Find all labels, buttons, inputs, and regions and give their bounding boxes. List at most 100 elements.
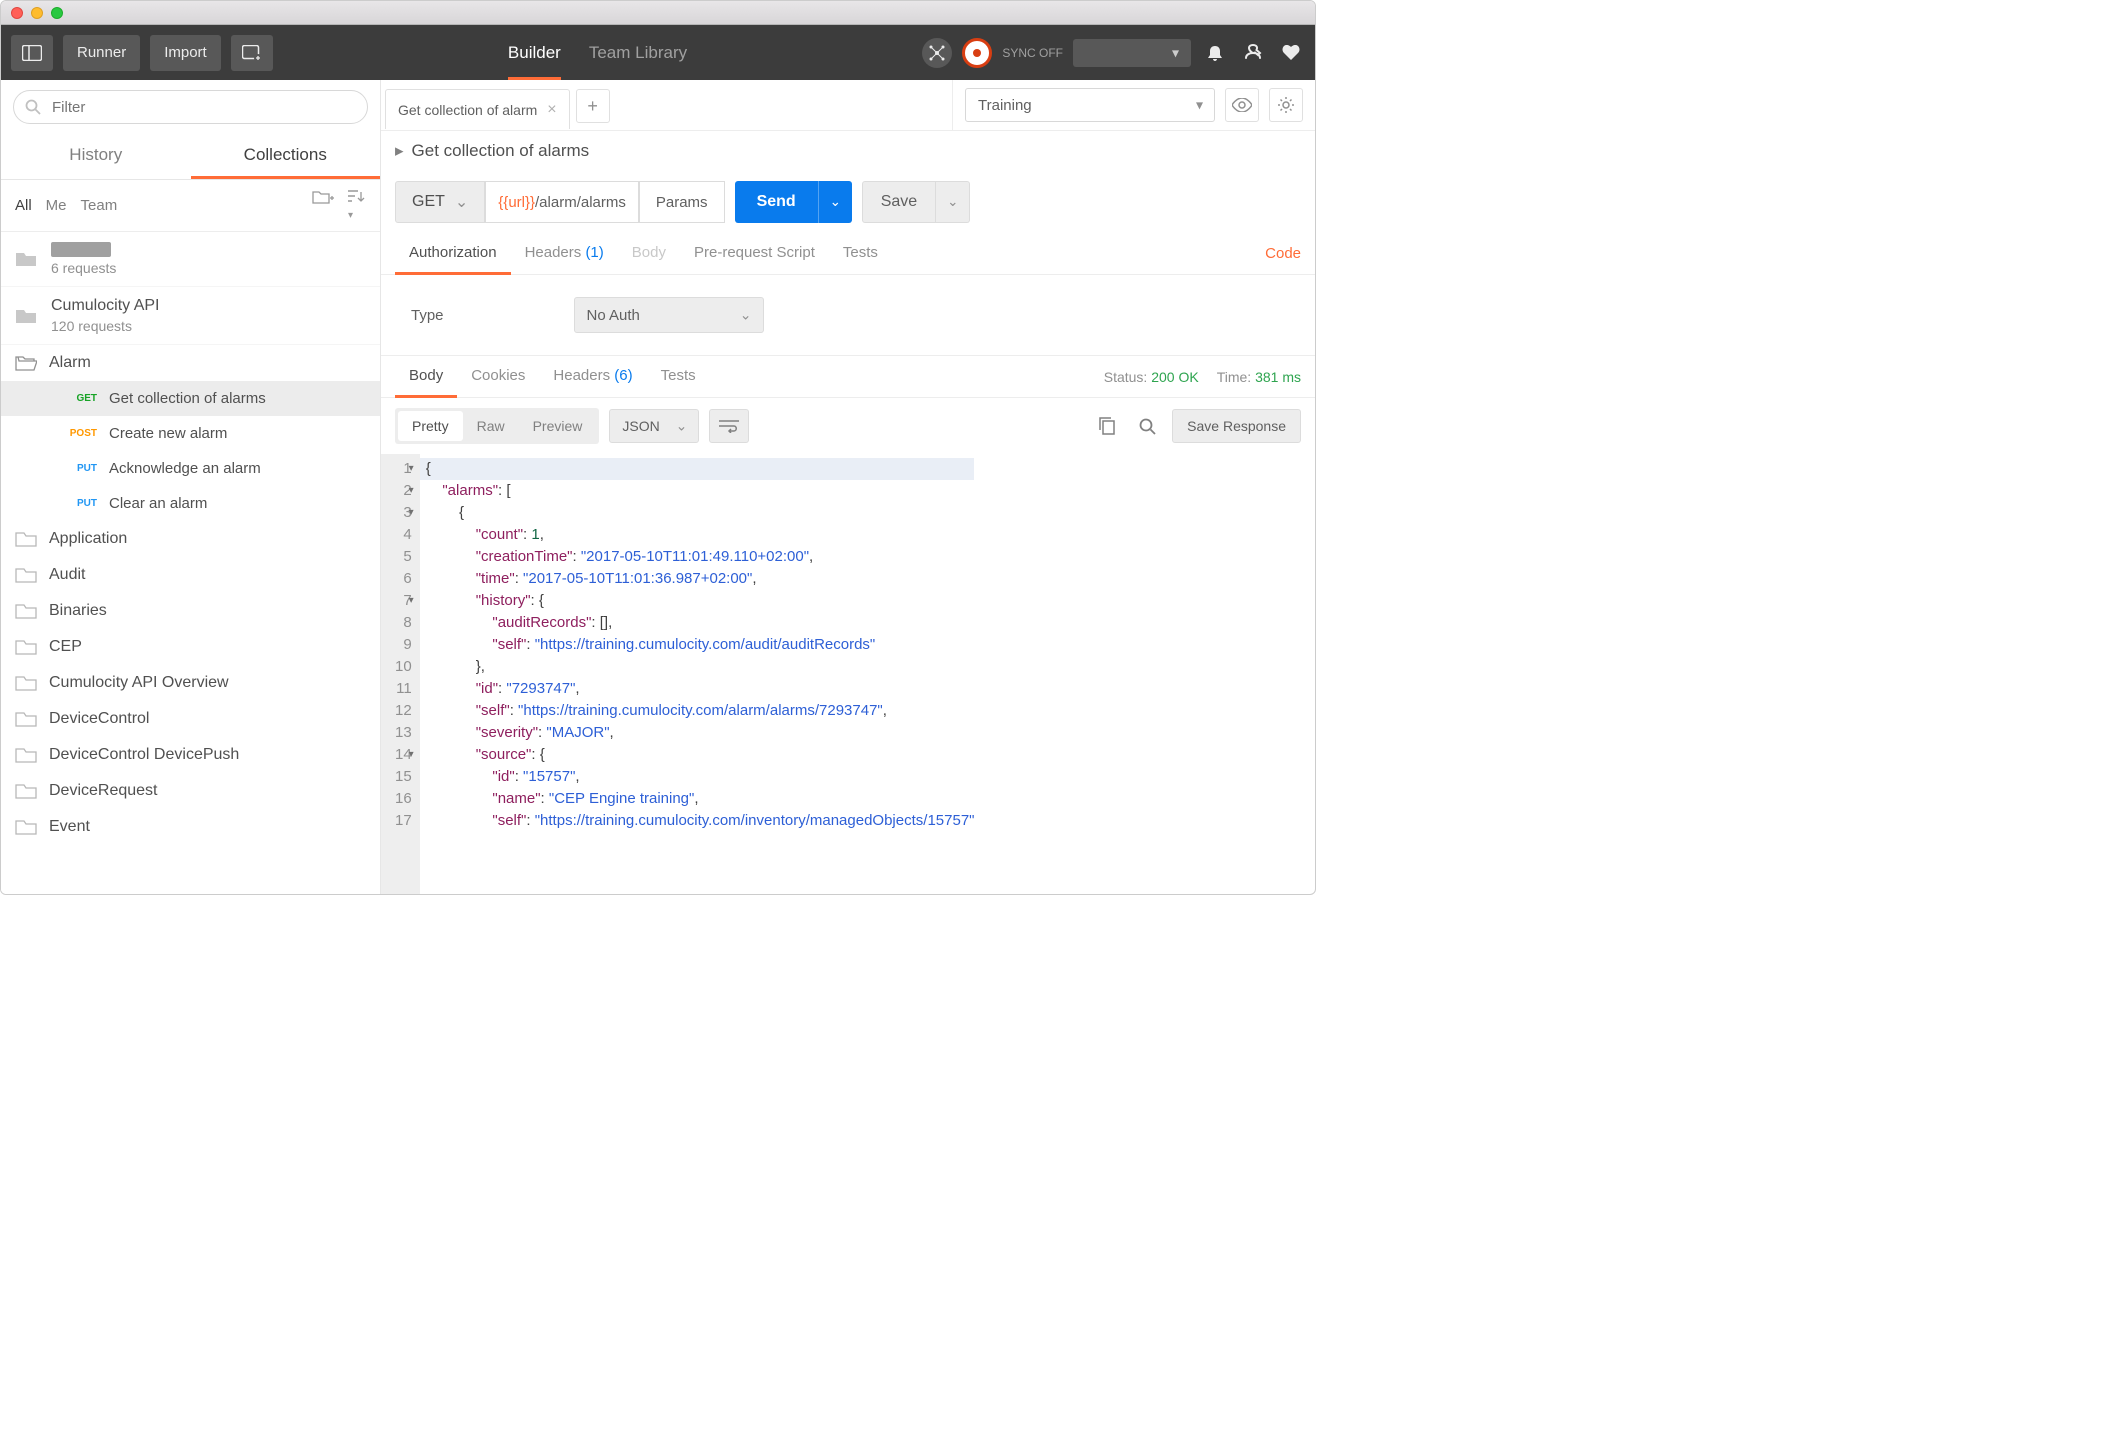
close-tab-icon[interactable]: × <box>547 101 556 119</box>
url-variable: {{url}} <box>498 194 535 211</box>
folder-label: DeviceRequest <box>49 782 158 800</box>
view-raw[interactable]: Raw <box>463 411 519 441</box>
sidebar-tab-collections[interactable]: Collections <box>191 134 381 179</box>
response-body[interactable]: 1▾2▾3▾4567▾891011121314▾151617 { "alarms… <box>381 454 1315 894</box>
maximize-window-button[interactable] <box>51 7 63 19</box>
request-item[interactable]: PUTClear an alarm <box>1 486 380 521</box>
folder-label: Audit <box>49 566 85 584</box>
folder-label: DeviceControl <box>49 710 149 728</box>
collection-meta: 6 requests <box>51 260 116 276</box>
environment-select[interactable] <box>965 88 1215 122</box>
method-select[interactable]: GET ⌄ <box>395 181 485 223</box>
code-link[interactable]: Code <box>1265 234 1301 273</box>
search-response-button[interactable] <box>1132 411 1162 441</box>
env-settings-button[interactable] <box>1269 88 1303 122</box>
send-button[interactable]: Send <box>735 181 818 223</box>
folder-item[interactable]: Alarm <box>1 345 380 381</box>
folder-item[interactable]: Application <box>1 521 380 557</box>
auth-type-label: Type <box>411 307 444 324</box>
sync-indicator-icon[interactable] <box>962 38 992 68</box>
interceptor-icon[interactable] <box>922 38 952 68</box>
request-method-badge: POST <box>67 428 97 439</box>
tab-builder[interactable]: Builder <box>508 25 561 80</box>
filter-input[interactable] <box>13 90 368 124</box>
toolbar-select[interactable] <box>1073 39 1191 67</box>
notifications-icon[interactable] <box>1201 44 1229 62</box>
filter-me[interactable]: Me <box>46 197 67 214</box>
params-button[interactable]: Params <box>639 181 725 223</box>
filter-all[interactable]: All <box>15 197 32 214</box>
request-item[interactable]: GETGet collection of alarms <box>1 381 380 416</box>
folder-item[interactable]: Binaries <box>1 593 380 629</box>
format-select[interactable] <box>609 409 699 443</box>
resp-tab-tests[interactable]: Tests <box>647 356 710 398</box>
subtab-tests[interactable]: Tests <box>829 233 892 275</box>
folder-item[interactable]: DeviceRequest <box>1 773 380 809</box>
resp-tab-body[interactable]: Body <box>395 356 457 398</box>
folder-item[interactable]: CEP <box>1 629 380 665</box>
save-response-button[interactable]: Save Response <box>1172 409 1301 443</box>
collection-meta: 120 requests <box>51 318 159 334</box>
collection-name: Cumulocity API <box>51 297 159 315</box>
copy-button[interactable] <box>1092 411 1122 441</box>
wrap-lines-button[interactable] <box>709 409 749 443</box>
folder-icon <box>15 710 37 728</box>
folder-icon <box>15 818 37 836</box>
folder-item[interactable]: Cumulocity API Overview <box>1 665 380 701</box>
new-window-button[interactable] <box>231 35 273 71</box>
import-button[interactable]: Import <box>150 35 221 71</box>
resp-tab-cookies[interactable]: Cookies <box>457 356 539 398</box>
folder-icon <box>15 674 37 692</box>
url-input[interactable]: {{url}}/alarm/alarms <box>485 181 639 223</box>
heart-icon[interactable] <box>1277 45 1305 61</box>
settings-icon[interactable] <box>1239 44 1267 62</box>
sidebar-toggle-button[interactable] <box>11 35 53 71</box>
collection-item[interactable]: Cumulocity API 120 requests <box>1 287 380 345</box>
new-tab-icon <box>242 45 262 61</box>
view-pretty[interactable]: Pretty <box>398 411 463 441</box>
new-collection-icon[interactable] <box>312 189 334 222</box>
send-dropdown-button[interactable]: ⌄ <box>818 181 852 223</box>
titlebar <box>1 1 1315 25</box>
time-label: Time: <box>1217 369 1251 385</box>
search-icon <box>25 99 41 115</box>
env-preview-button[interactable] <box>1225 88 1259 122</box>
request-tab[interactable]: Get collection of alarm × <box>385 89 570 129</box>
filter-team[interactable]: Team <box>81 197 118 214</box>
folder-label: DeviceControl DevicePush <box>49 746 239 764</box>
runner-button[interactable]: Runner <box>63 35 140 71</box>
subtab-prerequest[interactable]: Pre-request Script <box>680 233 829 275</box>
folder-icon <box>15 250 37 268</box>
save-button[interactable]: Save <box>862 181 936 223</box>
close-window-button[interactable] <box>11 7 23 19</box>
save-dropdown-button[interactable]: ⌄ <box>936 181 970 223</box>
folder-open-icon <box>15 354 37 372</box>
sort-icon[interactable]: ▾ <box>348 189 366 222</box>
add-tab-button[interactable]: + <box>576 89 610 123</box>
request-item[interactable]: POSTCreate new alarm <box>1 416 380 451</box>
folder-item[interactable]: Event <box>1 809 380 845</box>
folder-item[interactable]: DeviceControl DevicePush <box>1 737 380 773</box>
minimize-window-button[interactable] <box>31 7 43 19</box>
url-path: /alarm/alarms <box>535 194 626 211</box>
subtab-authorization[interactable]: Authorization <box>395 233 511 275</box>
auth-type-select[interactable] <box>574 297 764 333</box>
request-item[interactable]: PUTAcknowledge an alarm <box>1 451 380 486</box>
subtab-body[interactable]: Body <box>618 233 680 275</box>
folder-label: Event <box>49 818 90 836</box>
request-method-badge: GET <box>67 393 97 404</box>
sidebar: History Collections All Me Team ▾ 6 requ… <box>1 80 381 894</box>
collapse-caret-icon[interactable]: ▸ <box>395 141 404 161</box>
sidebar-tab-history[interactable]: History <box>1 134 191 179</box>
method-label: GET <box>412 193 445 211</box>
folder-item[interactable]: DeviceControl <box>1 701 380 737</box>
collection-item[interactable]: 6 requests <box>1 232 380 287</box>
folder-item[interactable]: Audit <box>1 557 380 593</box>
subtab-headers[interactable]: Headers (1) <box>511 233 618 275</box>
folder-icon <box>15 307 37 325</box>
status-label: Status: <box>1104 369 1148 385</box>
request-label: Acknowledge an alarm <box>109 460 261 477</box>
view-preview[interactable]: Preview <box>519 411 597 441</box>
tab-team-library[interactable]: Team Library <box>589 25 687 80</box>
resp-tab-headers[interactable]: Headers (6) <box>539 356 646 398</box>
